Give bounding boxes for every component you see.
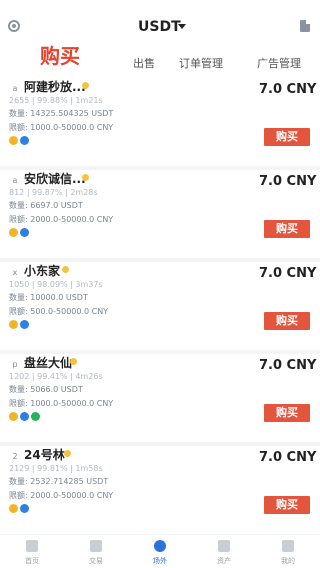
listing-card[interactable]: a 阿建秒放... 2655 | 99.88% | 1m21s 数量: 1432… bbox=[0, 78, 320, 166]
tab-sell[interactable]: 出售 bbox=[133, 55, 155, 71]
document-icon[interactable] bbox=[300, 20, 310, 32]
quantity: 数量: 5066.0 USDT bbox=[9, 385, 83, 394]
blue-pay-icon bbox=[20, 504, 29, 513]
price: 7.0 CNY bbox=[259, 266, 317, 281]
tab-trade[interactable]: 交易 bbox=[64, 535, 128, 568]
verified-badge-icon bbox=[64, 450, 71, 457]
merchant-stats: 1202 | 99.41% | 4m26s bbox=[9, 372, 103, 381]
tab-label: 资产 bbox=[217, 557, 231, 565]
yellow-pay-icon bbox=[9, 320, 18, 329]
listing-card[interactable]: x 小东家 1050 | 98.09% | 3m37s 数量: 10000.0 … bbox=[0, 262, 320, 350]
tab-home[interactable]: 首页 bbox=[0, 535, 64, 568]
tab-otc[interactable]: 场外 bbox=[128, 535, 192, 568]
tab-label: 场外 bbox=[153, 557, 167, 565]
otc-icon bbox=[154, 540, 166, 552]
profile-icon bbox=[282, 540, 294, 552]
buy-button[interactable]: 购买 bbox=[264, 128, 310, 146]
buy-button[interactable]: 购买 bbox=[264, 220, 310, 238]
avatar: a bbox=[12, 176, 18, 185]
buy-button[interactable]: 购买 bbox=[264, 312, 310, 330]
quantity: 数量: 14325.504325 USDT bbox=[9, 109, 114, 118]
listing-card[interactable]: p 盘丝大仙 1202 | 99.41% | 4m26s 数量: 5066.0 … bbox=[0, 354, 320, 442]
verified-badge-icon bbox=[82, 174, 89, 181]
price: 7.0 CNY bbox=[259, 358, 317, 373]
yellow-pay-icon bbox=[9, 228, 18, 237]
limit: 限额: 1000.0-50000.0 CNY bbox=[9, 123, 114, 132]
blue-pay-icon bbox=[20, 136, 29, 145]
limit: 限额: 1000.0-50000.0 CNY bbox=[9, 399, 114, 408]
quantity: 数量: 10000.0 USDT bbox=[9, 293, 88, 302]
avatar: x bbox=[12, 268, 18, 277]
price: 7.0 CNY bbox=[259, 82, 317, 97]
green-pay-icon bbox=[31, 412, 40, 421]
tab-label: 我的 bbox=[281, 557, 295, 565]
tab-label: 首页 bbox=[25, 557, 39, 565]
avatar: a bbox=[12, 84, 18, 93]
merchant-stats: 2129 | 99.81% | 1m58s bbox=[9, 464, 103, 473]
verified-badge-icon bbox=[82, 82, 89, 89]
limit: 限额: 500.0-50000.0 CNY bbox=[9, 307, 109, 316]
merchant-name: 24号林 bbox=[24, 448, 65, 462]
app-header: USDT 购买 出售 订单管理 广告管理 bbox=[0, 0, 320, 78]
price: 7.0 CNY bbox=[259, 450, 317, 465]
currency-selector[interactable]: USDT bbox=[138, 19, 181, 35]
yellow-pay-icon bbox=[9, 136, 18, 145]
limit: 限额: 2000.0-50000.0 CNY bbox=[9, 491, 114, 500]
merchant-stats: 812 | 99.87% | 2m28s bbox=[9, 188, 98, 197]
blue-pay-icon bbox=[20, 228, 29, 237]
quantity: 数量: 6697.0 USDT bbox=[9, 201, 83, 210]
buy-button[interactable]: 购买 bbox=[264, 404, 310, 422]
tab-assets[interactable]: 资产 bbox=[192, 535, 256, 568]
trade-icon bbox=[90, 540, 102, 552]
merchant-name: 安欣诚信... bbox=[24, 172, 86, 186]
tab-ads[interactable]: 广告管理 bbox=[257, 55, 301, 71]
yellow-pay-icon bbox=[9, 412, 18, 421]
listing-card[interactable]: 2 24号林 2129 | 99.81% | 1m58s 数量: 2532.71… bbox=[0, 446, 320, 534]
tab-buy[interactable]: 购买 bbox=[40, 40, 80, 69]
quantity: 数量: 2532.714285 USDT bbox=[9, 477, 109, 486]
tab-label: 交易 bbox=[89, 557, 103, 565]
tab-profile[interactable]: 我的 bbox=[256, 535, 320, 568]
bottom-tabbar: 首页 交易 场外 资产 我的 bbox=[0, 535, 320, 568]
caret-down-icon[interactable] bbox=[178, 24, 186, 29]
blue-pay-icon bbox=[20, 320, 29, 329]
merchant-stats: 2655 | 99.88% | 1m21s bbox=[9, 96, 103, 105]
home-icon bbox=[26, 540, 38, 552]
listing-card[interactable]: a 安欣诚信... 812 | 99.87% | 2m28s 数量: 6697.… bbox=[0, 170, 320, 258]
verified-badge-icon bbox=[70, 358, 77, 365]
tab-orders[interactable]: 订单管理 bbox=[179, 55, 223, 71]
verified-badge-icon bbox=[62, 266, 69, 273]
buy-button[interactable]: 购买 bbox=[264, 496, 310, 514]
merchant-name: 阿建秒放... bbox=[24, 80, 86, 94]
limit: 限额: 2000.0-50000.0 CNY bbox=[9, 215, 114, 224]
yellow-pay-icon bbox=[9, 504, 18, 513]
assets-icon bbox=[218, 540, 230, 552]
merchant-name: 盘丝大仙 bbox=[24, 356, 73, 370]
avatar: 2 bbox=[12, 452, 18, 461]
merchant-stats: 1050 | 98.09% | 3m37s bbox=[9, 280, 103, 289]
avatar: p bbox=[12, 360, 18, 369]
settings-icon[interactable] bbox=[8, 20, 20, 32]
price: 7.0 CNY bbox=[259, 174, 317, 189]
merchant-name: 小东家 bbox=[24, 264, 61, 278]
blue-pay-icon bbox=[20, 412, 29, 421]
